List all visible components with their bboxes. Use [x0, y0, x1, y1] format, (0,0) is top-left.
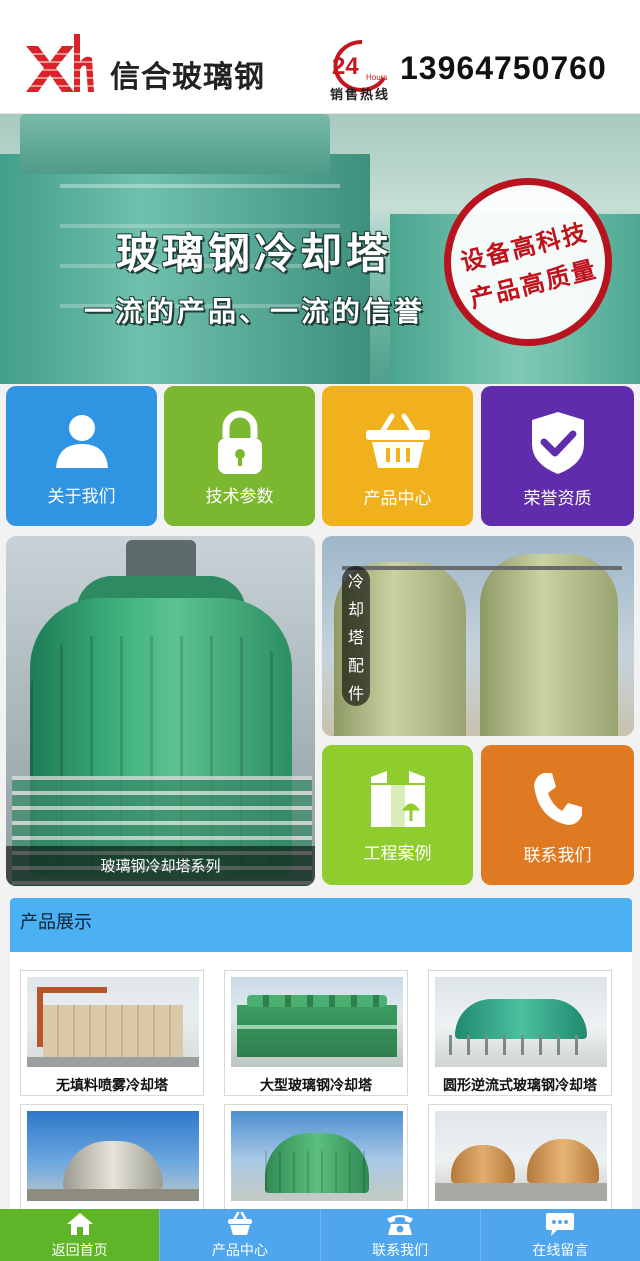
banner-tower-top — [20, 114, 330, 174]
tile-contact-us[interactable]: 联系我们 — [481, 745, 634, 885]
product-image — [231, 1111, 403, 1201]
xh-logo-icon[interactable] — [24, 32, 96, 94]
basket-icon — [160, 1211, 319, 1237]
nav-products-label: 产品中心 — [211, 1243, 268, 1259]
product-image — [231, 977, 403, 1067]
nav-message-label: 在线留言 — [532, 1243, 589, 1259]
shield-check-icon — [481, 410, 634, 474]
chat-icon — [481, 1211, 640, 1237]
parts-char: 件 — [347, 684, 364, 703]
banner-subtitle: 一流的产品、一流的信誉 — [84, 295, 426, 328]
product-caption: 大型玻璃钢冷却塔 — [260, 1078, 372, 1094]
tile-about-us-label: 关于我们 — [47, 487, 116, 507]
hotline-caption: 销售热线 — [330, 88, 391, 103]
nav-products[interactable]: 产品中心 — [159, 1209, 320, 1261]
products-heading: 产品展示 — [20, 912, 92, 933]
product-card[interactable]: 无填料喷雾冷却塔 — [20, 970, 204, 1096]
user-icon — [6, 410, 157, 474]
products-section: 产品展示 无填料喷雾冷却塔 大型玻璃钢冷却塔 圆形逆流式玻璃钢冷却塔 — [10, 898, 632, 1230]
tile-project-cases-label: 工程案例 — [363, 844, 432, 864]
bottom-nav: 返回首页 产品中心 联系我们 在线留言 — [0, 1209, 640, 1261]
box-icon — [322, 769, 473, 833]
product-card[interactable]: 大型玻璃钢冷却塔 — [224, 970, 408, 1096]
cooling-tower-series-caption: 玻璃钢冷却塔系列 — [6, 846, 315, 886]
product-image — [27, 977, 199, 1067]
hero-banner[interactable]: 玻璃钢冷却塔 一流的产品、一流的信誉 设备高科技 产品高质量 — [0, 114, 640, 384]
cooling-tower-series-photo[interactable]: 玻璃钢冷却塔系列 — [6, 536, 315, 886]
tile-tech-params-label: 技术参数 — [205, 487, 274, 507]
tile-project-cases[interactable]: 工程案例 — [322, 745, 473, 885]
nav-contact[interactable]: 联系我们 — [319, 1209, 480, 1261]
product-image — [27, 1111, 199, 1201]
lock-icon — [164, 410, 315, 474]
parts-char: 配 — [347, 656, 364, 675]
product-card[interactable]: 圆形逆流式玻璃钢冷却塔 — [428, 970, 612, 1096]
product-caption: 无填料喷雾冷却塔 — [56, 1078, 168, 1094]
parts-vertical-label: 冷 却 塔 配 件 — [342, 566, 370, 706]
phone-number[interactable]: 13964750760 — [400, 50, 607, 87]
products-header: 产品展示 — [10, 898, 632, 952]
hotline-badge-number: 24 — [332, 53, 359, 80]
phone-icon — [481, 769, 634, 833]
banner-title: 玻璃钢冷却塔 — [116, 229, 393, 278]
cooling-tower-parts-photo[interactable]: 冷 却 塔 配 件 — [322, 536, 634, 736]
tank-rail — [342, 566, 622, 570]
hotline-badge-hours: Hours — [366, 73, 387, 82]
tile-contact-us-label: 联系我们 — [523, 846, 592, 866]
telephone-icon — [321, 1211, 480, 1237]
nav-home[interactable]: 返回首页 — [0, 1209, 160, 1261]
parts-char: 塔 — [347, 628, 364, 647]
product-caption: 圆形逆流式玻璃钢冷却塔 — [443, 1078, 597, 1094]
tank-right — [480, 554, 618, 736]
tile-honors[interactable]: 荣誉资质 — [481, 386, 634, 526]
nav-contact-label: 联系我们 — [372, 1243, 429, 1259]
product-image — [435, 1111, 607, 1201]
tile-product-center[interactable]: 产品中心 — [322, 386, 473, 526]
tower-fan-motor — [126, 540, 196, 580]
site-header: 信合玻璃钢 24 Hours 销售热线 13964750760 — [0, 0, 640, 114]
tile-honors-label: 荣誉资质 — [523, 489, 592, 509]
tile-product-center-label: 产品中心 — [363, 489, 432, 509]
brand-name[interactable]: 信合玻璃钢 — [110, 52, 265, 96]
nav-message[interactable]: 在线留言 — [479, 1209, 640, 1261]
banner-rails — [60, 184, 340, 188]
parts-char: 却 — [347, 600, 364, 619]
nav-home-label: 返回首页 — [51, 1243, 108, 1259]
parts-char: 冷 — [347, 572, 364, 591]
basket-icon — [322, 410, 473, 474]
tile-tech-params[interactable]: 技术参数 — [164, 386, 315, 526]
home-icon — [0, 1211, 159, 1237]
tile-about-us[interactable]: 关于我们 — [6, 386, 157, 526]
product-image — [435, 977, 607, 1067]
